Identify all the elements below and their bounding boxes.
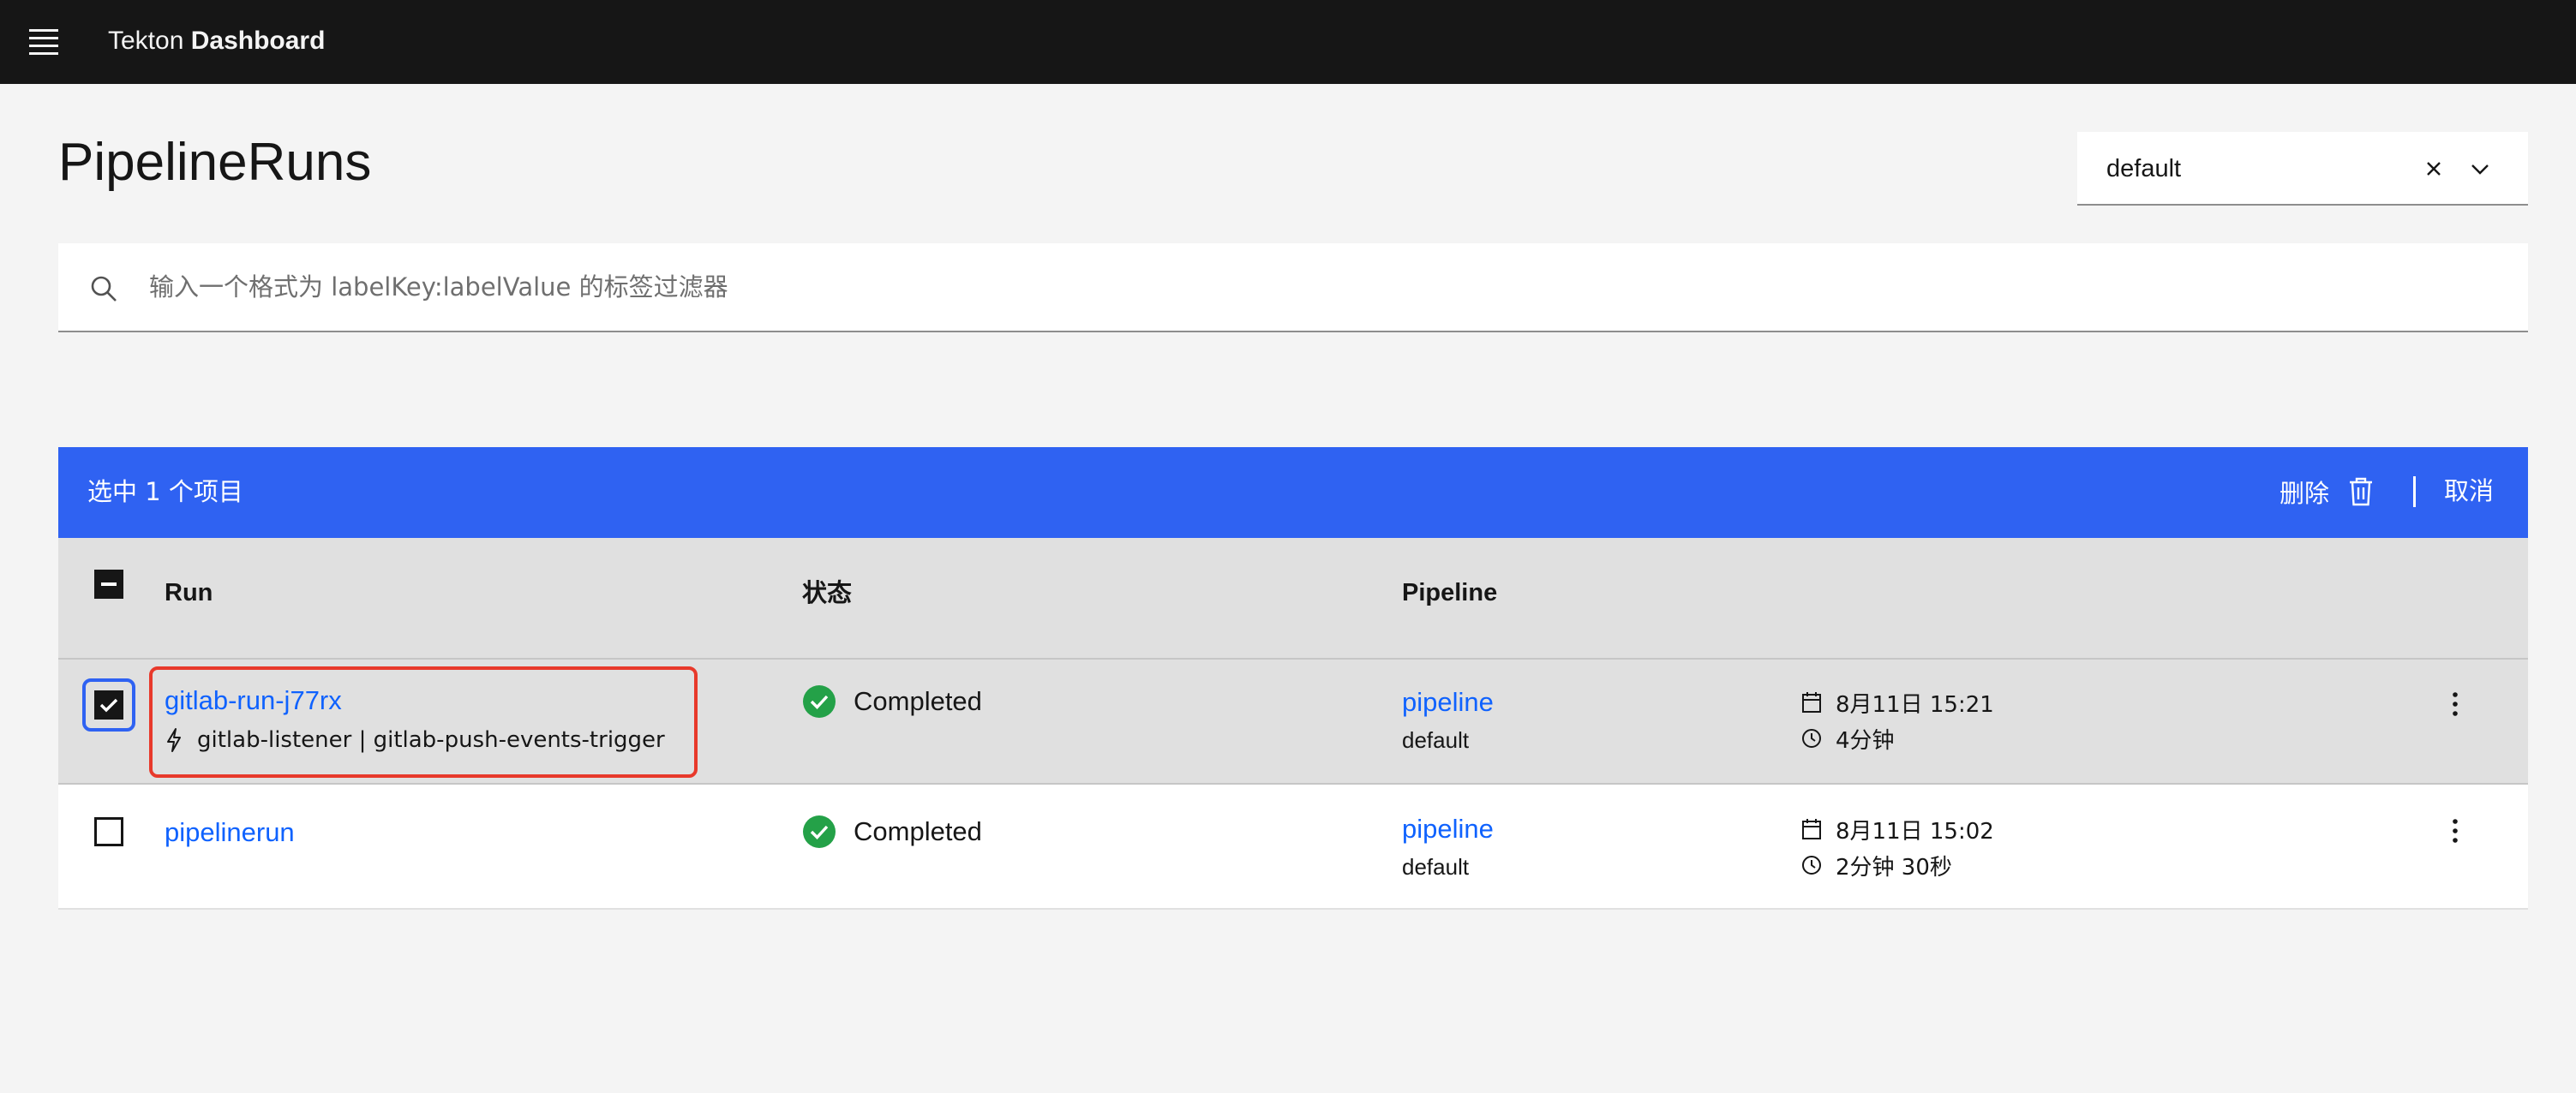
search-icon — [91, 276, 117, 302]
created-time: 8月11日 15:21 — [1801, 687, 1994, 718]
run-link[interactable]: gitlab-run-j77rx — [165, 684, 342, 718]
search-input[interactable] — [149, 243, 2497, 331]
calendar-icon — [1802, 692, 1821, 713]
batch-actions-bar: 选中 1 个项目 删除 取消 — [58, 447, 2528, 538]
page-title: PipelineRuns — [58, 133, 372, 192]
delete-label: 删除 — [2279, 479, 2330, 508]
trigger-text: gitlab-listener | gitlab-push-events-tri… — [197, 727, 665, 753]
status-text: Completed — [854, 816, 982, 846]
label-filter-search — [58, 243, 2528, 332]
created-text: 8月11日 15:02 — [1836, 818, 1994, 845]
lightning-bolt-icon — [167, 728, 181, 752]
duration-text: 2分钟 30秒 — [1836, 854, 1952, 881]
column-header-run[interactable]: Run — [165, 572, 213, 613]
run-link[interactable]: pipelinerun — [165, 815, 295, 850]
created-time: 8月11日 15:02 — [1801, 814, 1994, 845]
table-header: Run 状态 Pipeline — [58, 538, 2528, 660]
checkmark-icon — [99, 698, 118, 713]
chevron-down-icon[interactable] — [2466, 155, 2494, 182]
table-row: gitlab-run-j77rx gitlab-listener | gitla… — [58, 660, 2528, 785]
selected-count-text: 选中 1 个项目 — [87, 477, 243, 506]
namespace-dropdown[interactable]: default — [2077, 132, 2528, 206]
row-checkbox[interactable] — [94, 690, 123, 720]
cancel-button[interactable]: 取消 — [2444, 473, 2494, 509]
trigger-info: gitlab-listener | gitlab-push-events-tri… — [165, 723, 665, 757]
row-checkbox[interactable] — [94, 817, 123, 846]
table-row: pipelinerun Completed pipeline default 8… — [58, 785, 2528, 910]
namespace-selected-value: default — [2106, 155, 2182, 182]
column-header-pipeline[interactable]: Pipeline — [1402, 572, 1497, 613]
duration: 2分钟 30秒 — [1801, 850, 1952, 881]
duration-text: 4分钟 — [1836, 727, 1895, 754]
status-cell: Completed — [802, 814, 982, 850]
status-text: Completed — [854, 686, 982, 716]
brand-name: Dashboard — [190, 27, 326, 55]
column-header-status[interactable]: 状态 — [802, 572, 852, 613]
calendar-icon — [1802, 819, 1821, 839]
namespace-text: default — [1402, 727, 1470, 753]
duration: 4分钟 — [1801, 723, 1895, 754]
overflow-menu-vertical-icon[interactable] — [2449, 817, 2461, 846]
clock-icon — [1802, 856, 1821, 875]
pipeline-link[interactable]: pipeline — [1402, 812, 1494, 846]
checkmark-filled-icon — [803, 685, 836, 718]
select-all-checkbox[interactable] — [94, 570, 123, 599]
close-icon[interactable] — [2420, 155, 2447, 182]
delete-button[interactable]: 删除 — [2279, 471, 2374, 512]
checkmark-filled-icon — [803, 815, 836, 848]
indeterminate-icon — [101, 582, 117, 586]
brand-prefix: Tekton — [108, 27, 184, 55]
hamburger-menu-icon[interactable] — [29, 29, 58, 55]
pipeline-link[interactable]: pipeline — [1402, 685, 1494, 720]
app-header: Tekton Dashboard — [0, 0, 2576, 84]
namespace-text: default — [1402, 854, 1470, 880]
overflow-menu-vertical-icon[interactable] — [2449, 690, 2461, 720]
clock-icon — [1802, 729, 1821, 748]
app-brand[interactable]: Tekton Dashboard — [108, 24, 325, 58]
created-text: 8月11日 15:21 — [1836, 691, 1994, 718]
status-cell: Completed — [802, 684, 982, 720]
batch-bar-divider — [2413, 476, 2416, 507]
trash-icon — [2350, 477, 2373, 506]
